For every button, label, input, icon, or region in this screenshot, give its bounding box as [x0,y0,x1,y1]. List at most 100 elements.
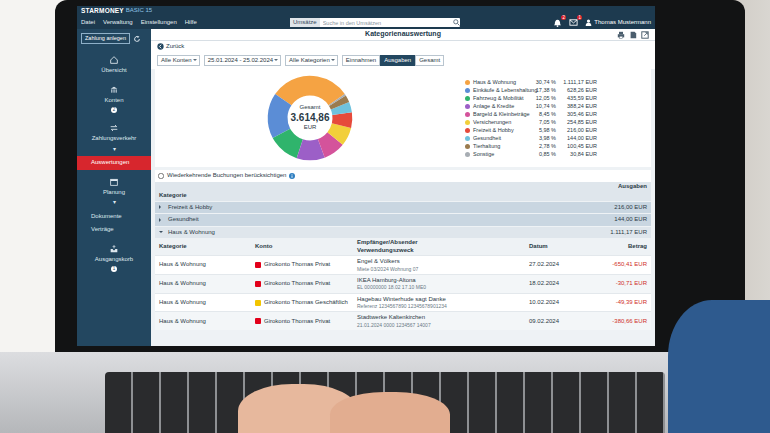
donut-slice[interactable] [265,73,355,163]
expand-toggle[interactable] [159,205,163,209]
mode-button[interactable]: Ausgaben [380,55,415,67]
column-label: Betrag [585,243,647,251]
mode-button[interactable]: Gesamt [415,55,444,67]
category-group[interactable]: Freizeit & Hobby216,00 EUR [155,201,651,214]
filter-dropdown[interactable]: Alle Kategorien [285,55,338,67]
export-icon [641,31,649,39]
legend-item[interactable]: Einkäufe & Lebenshaltung17,38 %628,26 EU… [465,86,597,94]
row-date: 10.02.2024 [529,299,585,307]
legend-dot [465,112,470,117]
table-row[interactable]: Haus & WohnungGirokonto Thomas PrivatSta… [155,311,651,330]
page-header: Kategorienauswertung [151,29,655,41]
table-row[interactable]: Haus & WohnungGirokonto Thomas PrivatEng… [155,255,651,274]
row-category: Haus & Wohnung [159,261,255,269]
sidebar-item[interactable]: Übersicht [77,48,151,78]
legend-item[interactable]: Fahrzeug & Mobilität12,05 %435,59 EUR [465,94,597,102]
sidebar-item[interactable]: Ausgangskorb1 [77,237,151,276]
info-icon [289,173,295,179]
column-title[interactable]: Empfänger/AbsenderVerwendungszweck [357,239,529,254]
filter-dropdown[interactable]: 25.01.2024 - 25.02.2024 [204,55,281,67]
legend-amount: 144,00 EUR [559,135,597,142]
back-button[interactable]: Zurück [157,43,184,51]
column-title[interactable]: Kategorie [159,243,255,251]
create-payment-button[interactable]: Zahlung anlegen [81,33,130,44]
donut-slice[interactable] [265,73,355,163]
spacer [159,183,618,191]
bank-icon [110,86,118,94]
donut-slice[interactable] [265,73,355,163]
column-title[interactable]: Konto [255,243,357,251]
menu-item[interactable]: Datei [81,19,95,27]
column-title[interactable]: Datum [529,243,585,251]
mode-button[interactable]: Einnahmen [342,55,380,67]
expand-toggle[interactable] [159,231,163,235]
user-menu[interactable]: Thomas Mustermann [585,19,651,27]
center-value: 3.614,86 [291,112,330,125]
sidebar-label: Übersicht [101,67,126,75]
row-account: Girokonto Thomas Privat [255,280,357,288]
donut-slice[interactable] [265,73,355,163]
row-amount: -380,66 EUR [585,318,647,326]
column-sublabel: Verwendungszweck [357,247,529,255]
sidebar-item[interactable]: Konten2 [77,78,151,117]
sidebar-item-body: Übersicht [81,56,147,75]
legend-percent: 10,74 % [532,103,556,110]
legend-item[interactable]: Sonstige0,85 %30,84 EUR [465,150,597,158]
account-name: Girokonto Thomas Geschäftlich [264,299,348,307]
sidebar-item[interactable]: Verträge [77,223,151,237]
legend-percent: 17,38 % [532,87,556,94]
sidebar-item[interactable]: Zahlungsverkehr▾ [77,116,151,156]
notification-button[interactable]: 2 [553,18,562,27]
hand [330,392,450,433]
sidebar-item-body: Planung▾ [81,178,147,207]
donut-slice[interactable] [265,73,355,163]
table-row[interactable]: Haus & WohnungGirokonto Thomas PrivatIKE… [155,274,651,293]
row-payee: Engel & VölkersMiete 03/2024 Wohnung 07 [357,258,529,272]
sidebar-item-body: Ausgangskorb1 [81,245,147,273]
payee-purpose: 21.01.2024 0000 1234567 14007 [357,322,529,328]
recurring-checkbox[interactable] [158,173,164,179]
user-icon [585,19,592,26]
bank-logo-icon [255,262,261,268]
menu-item[interactable]: Einstellungen [141,19,177,27]
donut-slice[interactable] [265,73,355,163]
app-window: STARMONEYBASIC 15 DateiVerwaltungEinstel… [77,6,655,346]
expand-arrow[interactable]: ▾ [113,146,116,154]
legend-item[interactable]: Freizeit & Hobby5,98 %216,00 EUR [465,126,597,134]
category-group[interactable]: Haus & Wohnung1.111,17 EUR [155,226,651,239]
legend-item[interactable]: Tierhaltung2,78 %100,45 EUR [465,142,597,150]
sidebar-item-body: Dokumente [81,213,147,221]
menu-item[interactable]: Hilfe [185,19,197,27]
donut-slice[interactable] [265,73,355,163]
legend-amount: 435,59 EUR [559,95,597,102]
legend-item[interactable]: Haus & Wohnung30,74 %1.111,17 EUR [465,78,597,86]
donut-slice[interactable] [265,73,355,163]
expand-arrow[interactable]: ▾ [113,199,116,207]
category-table: Wiederkehrende Buchungen berücksichtigen… [155,170,651,330]
mode-switch: EinnahmenAusgabenGesamt [342,55,444,67]
donut-slice[interactable] [265,73,355,163]
notification-button[interactable]: 1 [569,18,578,27]
legend-amount: 1.111,17 EUR [559,79,597,86]
donut-slice[interactable] [265,73,355,163]
payee-purpose: Miete 03/2024 Wohnung 07 [357,266,529,272]
filter-dropdown[interactable]: Alle Konten [157,55,200,67]
back-label: Zurück [166,43,184,51]
sidebar-item[interactable]: Planung▾ [77,170,151,210]
legend-item[interactable]: Anlage & Kredite10,74 %388,24 EUR [465,102,597,110]
legend-item[interactable]: Versicherungen7,05 %254,85 EUR [465,118,597,126]
table-row[interactable]: Haus & WohnungGirokonto Thomas Geschäftl… [155,293,651,312]
menu-item[interactable]: Verwaltung [103,19,133,27]
category-group[interactable]: Gesundheit144,00 EUR [155,213,651,226]
legend-amount: 100,45 EUR [559,143,597,150]
sidebar-item[interactable]: Auswertungen [77,156,151,170]
search-scope[interactable]: Umsätze [290,18,320,27]
search-input[interactable] [320,18,453,27]
donut-chart: Gesamt3.614,86EUR [265,73,355,163]
sidebar-item[interactable]: Dokumente [77,210,151,224]
column-title[interactable]: Betrag [585,243,647,251]
legend-item[interactable]: Gesundheit3,98 %144,00 EUR [465,134,597,142]
legend-item[interactable]: Bargeld & Kleinbeträge8,45 %305,46 EUR [465,110,597,118]
expand-toggle[interactable] [159,218,163,222]
group-label: Freizeit & Hobby [168,204,610,212]
